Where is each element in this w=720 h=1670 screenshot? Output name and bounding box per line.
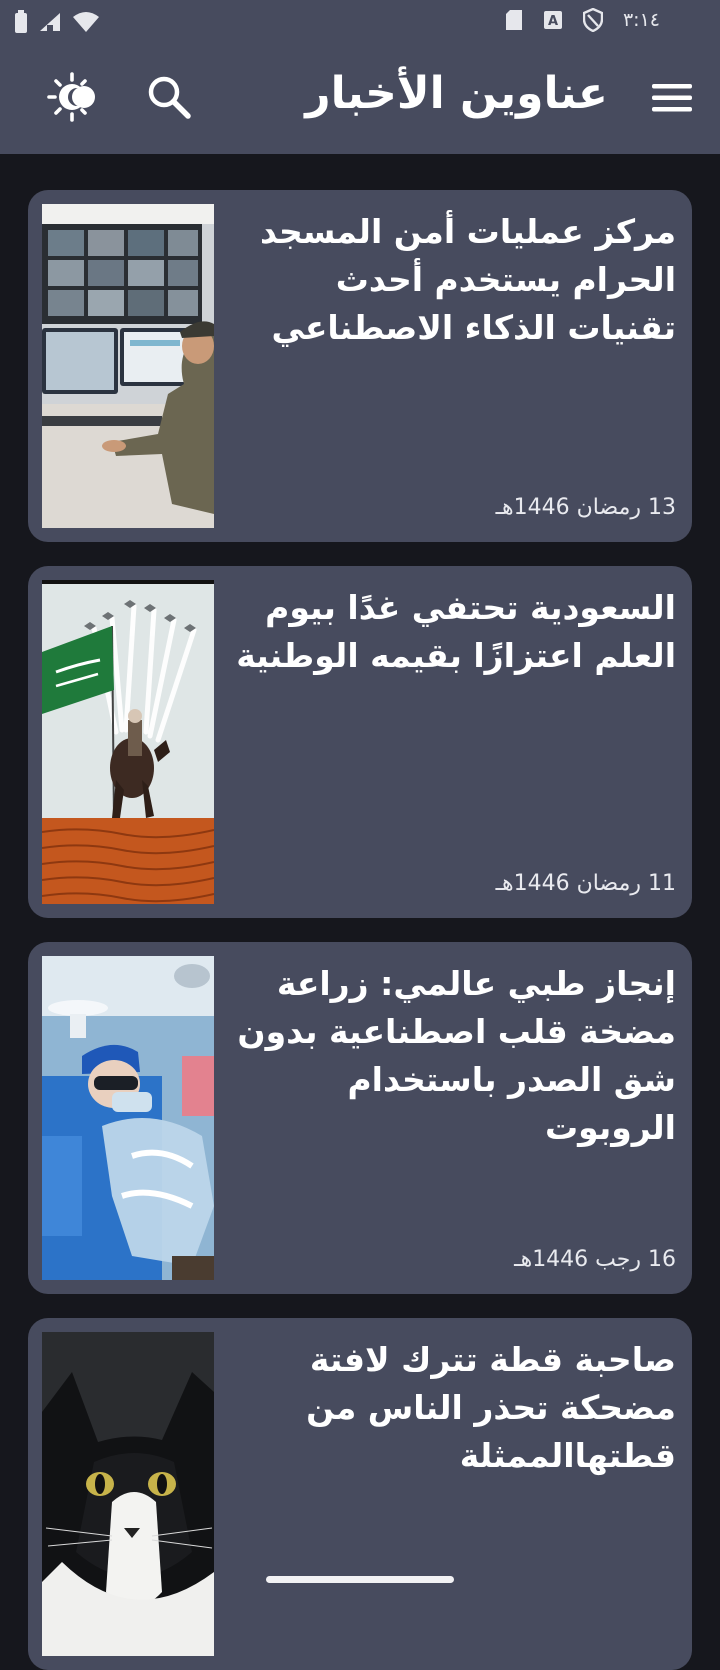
news-card[interactable]: مركز عمليات أمن المسجد الحرام يستخدم أحد… [28,190,692,542]
robotic-surgery-image [42,956,214,1280]
operations-center-image [42,204,214,528]
status-left-icons [14,10,100,34]
news-thumbnail [42,956,214,1280]
news-thumbnail [42,580,214,904]
cat-image [42,1332,214,1656]
news-card[interactable]: صاحبة قطة تترك لافتة مضحكة تحذر الناس من… [28,1318,692,1670]
news-title: صاحبة قطة تترك لافتة مضحكة تحذر الناس من… [306,1340,676,1475]
search-icon [148,76,191,119]
status-bar: A ٣:١٤ [0,0,720,48]
news-card[interactable]: السعودية تحتفي غدًا بيوم العلم اعتزازًا … [28,566,692,918]
menu-button[interactable] [650,78,694,118]
status-right-icons: A ٣:١٤ [505,8,660,32]
news-list: مركز عمليات أمن المسجد الحرام يستخدم أحد… [0,154,720,1670]
theme-toggle-button[interactable] [46,70,102,124]
news-date: 16 رجب 1446هـ [514,1247,676,1272]
app-bar: عناوين الأخبار [0,48,720,154]
signal-icon [40,13,60,31]
theme-toggle-icon [47,72,95,122]
news-card[interactable]: إنجاز طبي عالمي: زراعة مضخة قلب اصطناعية… [28,942,692,1294]
news-title: السعودية تحتفي غدًا بيوم العلم اعتزازًا … [236,588,676,675]
shield-vpn-icon [582,8,603,32]
news-thumbnail [42,1332,214,1656]
a-notification-icon: A [543,11,562,29]
search-button[interactable] [144,72,194,122]
sd-card-icon [505,10,522,30]
wifi-icon [73,12,99,32]
status-time: ٣:١٤ [622,9,660,31]
saudi-flag-day-image [42,580,214,904]
news-title: إنجاز طبي عالمي: زراعة مضخة قلب اصطناعية… [237,964,676,1147]
news-title: مركز عمليات أمن المسجد الحرام يستخدم أحد… [260,212,676,347]
battery-icon [15,10,27,33]
news-date: 13 رمضان 1446هـ [495,495,676,520]
news-date: 11 رمضان 1446هـ [495,871,676,896]
page-title: عناوين الأخبار [305,68,608,119]
news-thumbnail [42,204,214,528]
svg-text:A: A [548,14,558,29]
home-indicator[interactable] [266,1576,454,1583]
menu-icon [652,84,692,112]
